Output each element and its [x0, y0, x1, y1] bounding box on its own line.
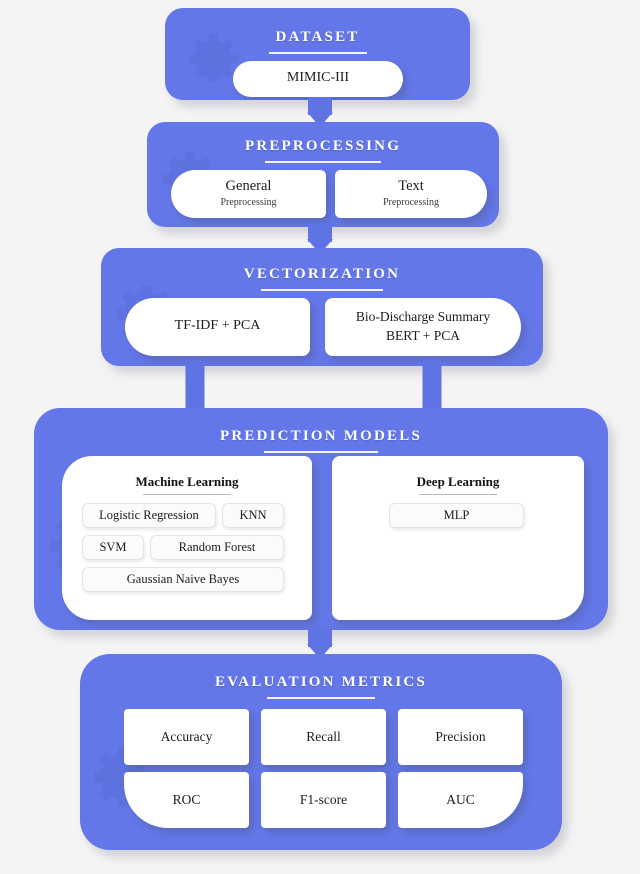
dataset-card-mimic-label: MIMIC-III	[286, 70, 350, 85]
title-underline-prediction-models	[264, 451, 378, 453]
title-underline-vectorization	[261, 289, 383, 291]
ml-model-logistic-regression[interactable]: Logistic Regression	[82, 503, 216, 528]
dl-group-card: Deep Learning MLP	[332, 456, 584, 620]
preprocessing-card-text-label: Text	[398, 178, 424, 194]
stage-vectorization: VECTORIZATION TF-IDF + PCA Bio-Discharge…	[101, 248, 543, 366]
ml-model-gaussian-naive-bayes[interactable]: Gaussian Naive Bayes	[82, 567, 284, 592]
dl-group-heading-underline	[419, 494, 497, 495]
vectorization-card-bert-label: Bio-Discharge Summary	[355, 309, 491, 324]
stage-evaluation-metrics: EVALUATION METRICS Accuracy Recall Preci…	[80, 654, 562, 850]
ml-group-heading: Machine Learning	[135, 474, 239, 489]
stage-prediction-models: PREDICTION MODELS Machine Learning Logis…	[34, 408, 608, 630]
metric-auc[interactable]: AUC	[398, 772, 523, 828]
preprocessing-card-general-sub: Preprocessing	[220, 197, 277, 208]
vectorization-card-bert[interactable]: Bio-Discharge Summary BERT + PCA	[325, 298, 521, 356]
title-underline-evaluation-metrics	[267, 697, 375, 699]
vectorization-card-tfidf[interactable]: TF-IDF + PCA	[125, 298, 310, 356]
preprocessing-card-text[interactable]: Text Preprocessing	[335, 170, 487, 218]
ml-group-heading-underline	[143, 494, 231, 495]
flowchart-canvas: DATASET MIMIC-III PREPROCESSING General …	[0, 0, 640, 874]
stage-title-preprocessing: PREPROCESSING	[244, 138, 402, 154]
dl-group-heading: Deep Learning	[416, 474, 500, 489]
preprocessing-card-general-label: General	[225, 178, 272, 194]
stage-title-dataset: DATASET	[275, 29, 360, 45]
ml-group-card: Machine Learning Logistic Regression KNN…	[62, 456, 312, 620]
preprocessing-card-general[interactable]: General Preprocessing	[171, 170, 326, 218]
ml-model-random-forest[interactable]: Random Forest	[150, 535, 284, 560]
metric-recall[interactable]: Recall	[261, 709, 386, 765]
metric-roc[interactable]: ROC	[124, 772, 249, 828]
metric-precision[interactable]: Precision	[398, 709, 523, 765]
dataset-card-mimic[interactable]: MIMIC-III	[233, 61, 403, 97]
metric-accuracy[interactable]: Accuracy	[124, 709, 249, 765]
stage-title-vectorization: VECTORIZATION	[243, 266, 401, 282]
stage-preprocessing: PREPROCESSING General Preprocessing Text…	[147, 122, 499, 227]
preprocessing-card-text-sub: Preprocessing	[382, 197, 440, 208]
dl-model-mlp[interactable]: MLP	[389, 503, 524, 528]
title-underline-dataset	[268, 52, 367, 54]
stage-title-evaluation-metrics: EVALUATION METRICS	[215, 674, 427, 690]
metric-f1-score[interactable]: F1-score	[261, 772, 386, 828]
ml-model-svm[interactable]: SVM	[82, 535, 144, 560]
title-underline-preprocessing	[265, 161, 381, 163]
vectorization-card-tfidf-label: TF-IDF + PCA	[174, 318, 261, 333]
stage-dataset: DATASET MIMIC-III	[165, 8, 470, 100]
ml-model-knn[interactable]: KNN	[222, 503, 284, 528]
stage-title-prediction-models: PREDICTION MODELS	[219, 428, 422, 444]
vectorization-card-bert-sub: BERT + PCA	[385, 328, 461, 343]
